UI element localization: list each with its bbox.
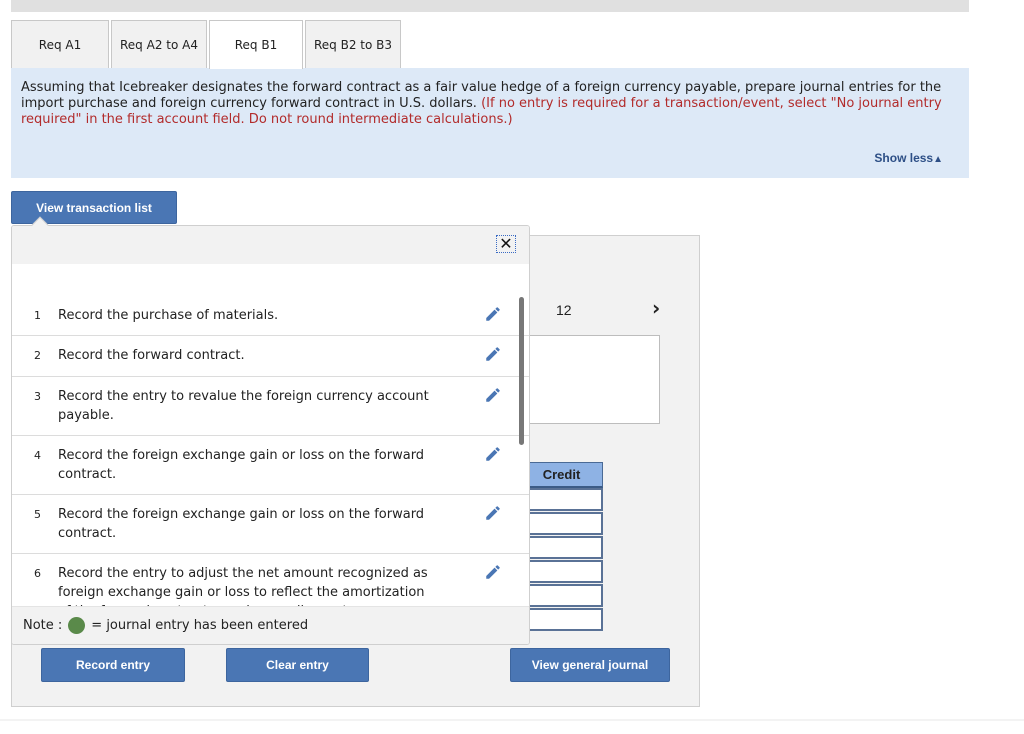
tab-req-a2-to-a4[interactable]: Req A2 to A4 (111, 20, 207, 68)
transaction-item[interactable]: 1 Record the purchase of materials. (12, 296, 529, 336)
transaction-item[interactable]: 3 Record the entry to revalue the foreig… (12, 377, 529, 436)
transaction-item[interactable]: 4 Record the foreign exchange gain or lo… (12, 436, 529, 495)
transaction-number: 5 (34, 508, 41, 521)
pencil-icon[interactable] (484, 305, 502, 323)
top-bar (11, 0, 969, 12)
entry-description-box (520, 335, 660, 424)
transaction-list-popup: ✕ 1 Record the purchase of materials. 2 … (11, 225, 530, 645)
transaction-text: Record the foreign exchange gain or loss… (58, 448, 425, 482)
transaction-text: Record the entry to revalue the foreign … (58, 389, 429, 423)
popup-header: ✕ (12, 226, 529, 264)
pencil-icon[interactable] (484, 504, 502, 522)
pencil-icon[interactable] (484, 386, 502, 404)
transaction-number: 3 (34, 390, 41, 403)
view-general-journal-button[interactable]: View general journal (510, 648, 670, 682)
pencil-icon[interactable] (484, 445, 502, 463)
transaction-number: 4 (34, 449, 41, 462)
clear-entry-button[interactable]: Clear entry (226, 648, 369, 682)
close-icon[interactable]: ✕ (496, 235, 516, 253)
transaction-text: Record the forward contract. (58, 348, 245, 363)
note-prefix: Note : (23, 618, 63, 633)
pencil-icon[interactable] (484, 345, 502, 363)
pencil-icon[interactable] (484, 563, 502, 581)
credit-input[interactable] (520, 536, 603, 559)
bottom-divider (0, 719, 1024, 721)
transaction-text: Record the foreign exchange gain or loss… (58, 507, 425, 541)
instructions-panel: Assuming that Icebreaker designates the … (11, 68, 969, 178)
credit-input[interactable] (520, 584, 603, 607)
tab-req-b1[interactable]: Req B1 (209, 20, 303, 69)
show-less-link[interactable]: Show less▲ (874, 150, 943, 168)
record-entry-button[interactable]: Record entry (41, 648, 185, 682)
legend-note: Note : = journal entry has been entered (12, 606, 529, 644)
credit-input[interactable] (520, 608, 603, 631)
credit-column-header: Credit (520, 462, 603, 488)
transaction-list: 1 Record the purchase of materials. 2 Re… (12, 296, 529, 632)
tab-req-b2-to-b3[interactable]: Req B2 to B3 (305, 20, 401, 68)
credit-input[interactable] (520, 560, 603, 583)
note-suffix: = journal entry has been entered (91, 618, 309, 633)
credit-input[interactable] (520, 512, 603, 535)
chevron-right-icon[interactable]: › (652, 296, 660, 320)
page-number: 12 (556, 302, 572, 318)
transaction-number: 6 (34, 567, 41, 580)
credit-input[interactable] (520, 488, 603, 511)
list-scrollbar[interactable] (519, 297, 524, 445)
transaction-item[interactable]: 2 Record the forward contract. (12, 336, 529, 377)
show-less-label: Show less (874, 151, 934, 165)
transaction-number: 2 (34, 349, 41, 362)
tab-req-a1[interactable]: Req A1 (11, 20, 109, 68)
entered-indicator-dot (68, 617, 86, 634)
transaction-text: Record the purchase of materials. (58, 308, 279, 323)
transaction-item[interactable]: 5 Record the foreign exchange gain or lo… (12, 495, 529, 554)
triangle-up-icon: ▲ (933, 154, 943, 165)
transaction-number: 1 (34, 309, 41, 322)
requirement-tabs: Req A1 Req A2 to A4 Req B1 Req B2 to B3 (11, 20, 403, 69)
